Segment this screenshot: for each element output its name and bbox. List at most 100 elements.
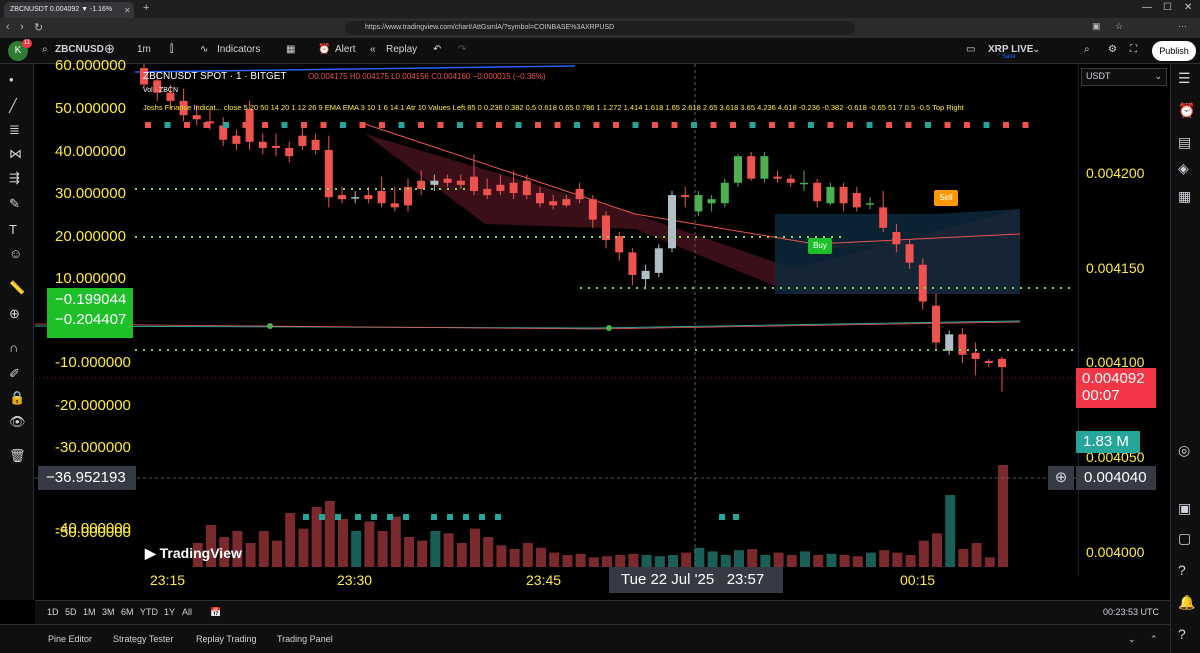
tab-trading-panel[interactable]: Trading Panel <box>277 634 333 644</box>
publish-button[interactable]: Publish <box>1152 41 1196 61</box>
new-tab-icon[interactable]: + <box>143 2 149 14</box>
range-button[interactable]: YTD <box>140 607 158 617</box>
url-field[interactable]: https://www.tradingview.com/chart/AttGsm… <box>345 21 855 35</box>
top-toolbar: K 11 ⌕ ZBCNUSD ⊕ 1m ⫿ ∿ Indicators ▦ ⏰ A… <box>0 38 1200 64</box>
interval-button[interactable]: 1m <box>137 44 151 55</box>
alerts-icon[interactable]: ⏰ <box>1178 102 1195 119</box>
url-text: https://www.tradingview.com/chart/AttGsm… <box>365 24 615 31</box>
indicators-button[interactable]: Indicators <box>217 44 260 55</box>
signal-dot <box>886 122 892 128</box>
maximize-panel-icon[interactable]: ⌃ <box>1150 634 1158 645</box>
symbol-search[interactable]: ZBCNUSD <box>55 44 104 55</box>
projection-icon[interactable]: ⇶ <box>9 170 20 186</box>
replay-icon[interactable]: « <box>370 44 376 55</box>
candle <box>351 197 360 199</box>
emoji-icon[interactable]: ☺ <box>9 246 22 261</box>
chevron-down-icon[interactable]: ⌄ <box>1032 44 1040 55</box>
volume-bar <box>417 540 428 567</box>
range-button[interactable]: 1D <box>47 607 59 617</box>
crosshair-icon[interactable]: • <box>9 72 14 87</box>
data-window-icon[interactable]: ▤ <box>1178 134 1191 151</box>
bookmark-icon[interactable]: ☆ <box>1115 21 1123 32</box>
lock-icon[interactable]: 🔒 <box>9 390 25 406</box>
maximize-icon[interactable]: ☐ <box>1163 2 1172 13</box>
calendar-icon[interactable]: ▣ <box>1178 500 1191 517</box>
back-icon[interactable]: ‹ <box>6 21 10 33</box>
clock[interactable]: 00:23:53 UTC <box>1103 607 1159 617</box>
price-axis[interactable]: USDT ⌄ <box>1078 64 1170 576</box>
menu-icon[interactable]: ⋯ <box>1178 21 1187 32</box>
range-button[interactable]: All <box>182 607 192 617</box>
forward-icon[interactable]: › <box>20 21 24 33</box>
more-icon[interactable]: ? <box>1178 626 1186 642</box>
close-icon[interactable]: ✕ <box>124 6 131 15</box>
hotlist-icon[interactable]: ▦ <box>1178 188 1191 205</box>
visibility-icon[interactable]: 👁 <box>9 414 26 430</box>
alert-icon[interactable]: ⏰ <box>318 44 330 55</box>
collapse-icon[interactable]: ⌄ <box>1128 634 1136 645</box>
trash-icon[interactable]: 🗑 <box>9 448 26 464</box>
brush-icon[interactable]: ✎ <box>9 196 20 212</box>
volume-bar <box>998 465 1008 567</box>
ruler-icon[interactable]: 📏 <box>9 280 25 296</box>
minimize-icon[interactable]: — <box>1142 2 1152 13</box>
range-button[interactable]: 6M <box>121 607 134 617</box>
signal-dot <box>303 514 309 520</box>
undo-icon[interactable]: ↶ <box>433 44 441 55</box>
add-plus-icon[interactable]: ⊕ <box>1048 466 1074 490</box>
browser-tab[interactable]: ZBCNUSDT 0.004092 ▼ -1.16% ✕ <box>4 2 134 18</box>
replay-button[interactable]: Replay <box>386 44 417 55</box>
layouts-icon[interactable]: ▦ <box>286 44 295 55</box>
range-button[interactable]: 1M <box>83 607 96 617</box>
chart-canvas[interactable] <box>35 64 1078 576</box>
reload-icon[interactable]: ↻ <box>34 21 43 34</box>
legend-indicator[interactable]: Joshs Finance Indicat... close 5 20 50 1… <box>143 103 964 112</box>
currency-select[interactable]: USDT ⌄ <box>1081 68 1167 86</box>
fullscreen-icon[interactable]: ⛶ <box>1130 44 1137 55</box>
address-bar: ‹ › ↻ https://www.tradingview.com/chart/… <box>0 18 1200 38</box>
candle <box>984 360 993 364</box>
overlay-layer <box>35 64 1078 576</box>
range-button[interactable]: 3M <box>102 607 115 617</box>
chart-pane[interactable] <box>35 64 1078 576</box>
date-range-icon[interactable]: 📅 <box>210 607 221 618</box>
close-window-icon[interactable]: ✕ <box>1184 2 1192 13</box>
redo-icon[interactable]: ↷ <box>458 44 466 55</box>
tab-replay-trading[interactable]: Replay Trading <box>196 634 257 644</box>
trendline-icon[interactable]: ╱ <box>9 98 17 114</box>
chart-type-icon[interactable]: ⫿ <box>170 44 173 55</box>
legend-volume[interactable]: Vol · ZBCN <box>143 87 178 94</box>
range-button[interactable]: 5D <box>65 607 77 617</box>
help-icon[interactable]: ? <box>1178 562 1186 578</box>
chat-icon[interactable]: ▢ <box>1178 530 1191 547</box>
tab-strategy-tester[interactable]: Strategy Tester <box>113 634 173 644</box>
zoom-in-icon[interactable]: ⊕ <box>9 306 20 322</box>
layers-icon[interactable]: ◈ <box>1178 160 1189 177</box>
notifications-icon[interactable]: 🔔 <box>1178 594 1195 611</box>
pattern-icon[interactable]: ⋈ <box>9 146 22 162</box>
text-icon[interactable]: T <box>9 222 17 237</box>
settings-icon[interactable]: ⚙ <box>1108 44 1117 55</box>
ema-marker <box>267 323 273 329</box>
save-status[interactable]: Save <box>1002 54 1016 60</box>
signal-dot <box>320 122 327 128</box>
legend-title[interactable]: ZBCNUSDT SPOT · 1 · BITGET <box>143 71 287 82</box>
alert-button[interactable]: Alert <box>335 44 356 55</box>
candle <box>826 186 835 204</box>
signal-dot <box>964 122 970 128</box>
add-symbol-icon[interactable]: ⊕ <box>104 41 115 57</box>
layout-icon[interactable]: ▭ <box>966 44 975 55</box>
fib-icon[interactable]: ≣ <box>9 122 20 138</box>
extension-icon[interactable]: ▣ <box>1092 21 1101 32</box>
search-icon[interactable]: ⌕ <box>42 44 48 55</box>
quick-search-icon[interactable]: ⌕ <box>1084 44 1090 55</box>
signal-dot <box>730 122 736 128</box>
magnet-icon[interactable]: ∩ <box>9 340 18 355</box>
ideas-icon[interactable]: ◎ <box>1178 442 1190 459</box>
tab-pine-editor[interactable]: Pine Editor <box>48 634 92 644</box>
signal-dot <box>203 122 210 128</box>
stay-drawing-icon[interactable]: ✐ <box>9 366 20 382</box>
range-button[interactable]: 1Y <box>164 607 175 617</box>
indicators-icon[interactable]: ∿ <box>200 44 208 55</box>
watchlist-icon[interactable]: ☰ <box>1178 70 1191 87</box>
